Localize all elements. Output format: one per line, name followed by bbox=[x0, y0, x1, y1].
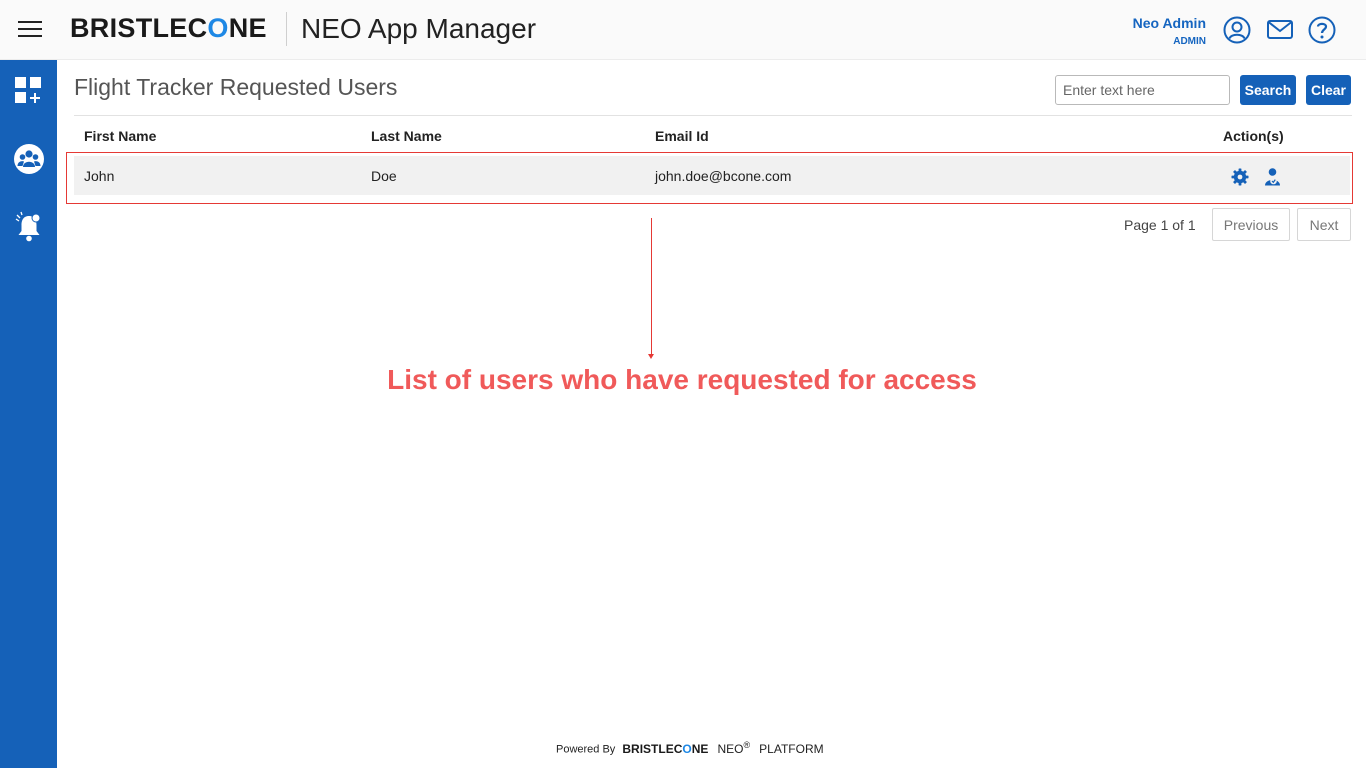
column-header-actions: Action(s) bbox=[1223, 128, 1284, 144]
search-button[interactable]: Search bbox=[1240, 75, 1296, 105]
header-divider bbox=[286, 12, 287, 46]
menu-icon[interactable] bbox=[18, 21, 42, 39]
users-group-icon[interactable] bbox=[12, 142, 46, 176]
help-icon[interactable] bbox=[1307, 15, 1337, 45]
brand-logo: BRISTLECONE bbox=[70, 13, 267, 43]
next-button[interactable]: Next bbox=[1297, 208, 1351, 241]
user-role: ADMIN bbox=[1173, 36, 1206, 47]
top-header: BRISTLECONE NEO App Manager Neo Admin AD… bbox=[0, 0, 1366, 60]
user-circle-icon[interactable] bbox=[1222, 15, 1252, 45]
user-info[interactable]: Neo Admin ADMIN bbox=[1133, 15, 1206, 47]
footer-powered-by: Powered By bbox=[556, 743, 616, 756]
pagination-info: Page 1 of 1 bbox=[1124, 217, 1196, 233]
clear-button[interactable]: Clear bbox=[1306, 75, 1351, 105]
dashboard-add-icon[interactable] bbox=[12, 74, 46, 108]
sidebar bbox=[0, 60, 57, 768]
highlight-box bbox=[66, 152, 1353, 204]
column-header-last-name: Last Name bbox=[371, 128, 442, 144]
annotation-arrow bbox=[651, 218, 652, 356]
page-title: Flight Tracker Requested Users bbox=[74, 74, 398, 100]
footer: Powered By BRISTLECONE NEO® PLATFORM bbox=[556, 740, 824, 756]
annotation-text: List of users who have requested for acc… bbox=[387, 364, 977, 395]
annotation-arrow-head bbox=[648, 354, 654, 359]
column-header-email: Email Id bbox=[655, 128, 709, 144]
notification-bell-icon[interactable] bbox=[12, 210, 46, 244]
user-name: Neo Admin bbox=[1132, 15, 1206, 31]
search-input[interactable] bbox=[1055, 75, 1230, 105]
footer-platform: PLATFORM bbox=[759, 741, 824, 756]
app-title: NEO App Manager bbox=[301, 13, 537, 44]
header-divider-line bbox=[74, 115, 1352, 116]
previous-button[interactable]: Previous bbox=[1212, 208, 1290, 241]
mail-icon[interactable] bbox=[1265, 15, 1295, 45]
footer-registered: ® bbox=[743, 740, 751, 750]
column-header-first-name: First Name bbox=[84, 128, 157, 144]
footer-logo: BRISTLECONE bbox=[622, 741, 709, 756]
footer-neo: NEO bbox=[717, 741, 744, 756]
